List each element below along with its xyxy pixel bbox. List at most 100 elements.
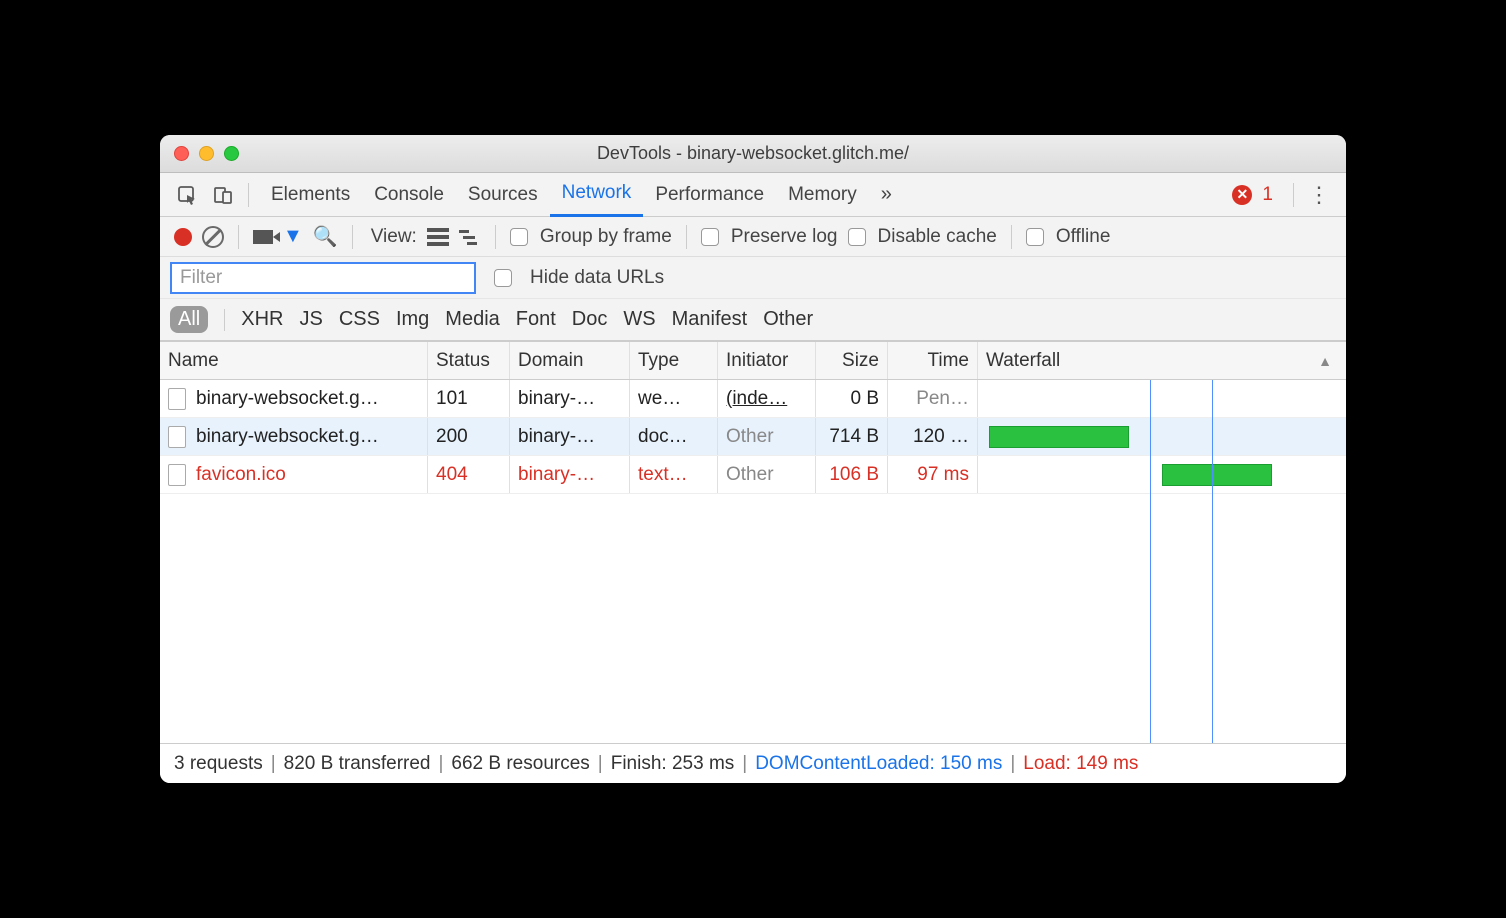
panel-tabstrip: ElementsConsoleSourcesNetworkPerformance… bbox=[160, 173, 1346, 217]
cell-time: 120 … bbox=[888, 418, 978, 455]
status-bar: 3 requests| 820 B transferred| 662 B res… bbox=[160, 743, 1346, 783]
tab-elements[interactable]: Elements bbox=[259, 173, 362, 217]
window-title: DevTools - binary-websocket.glitch.me/ bbox=[160, 143, 1346, 164]
cell-status: 200 bbox=[428, 418, 510, 455]
file-icon bbox=[168, 426, 186, 448]
group-by-frame-label: Group by frame bbox=[540, 226, 672, 248]
waterfall-gridline bbox=[1150, 380, 1151, 743]
waterfall-view-icon[interactable] bbox=[459, 228, 481, 246]
cell-waterfall bbox=[978, 456, 1346, 493]
tab-memory[interactable]: Memory bbox=[776, 173, 869, 217]
cell-size: 106 B bbox=[816, 456, 888, 493]
tab-console[interactable]: Console bbox=[362, 173, 456, 217]
filter-icon[interactable]: ▼ bbox=[283, 225, 303, 248]
table-row[interactable]: favicon.ico404binary-…text…Other106 B97 … bbox=[160, 456, 1346, 494]
minimize-icon[interactable] bbox=[199, 146, 214, 161]
device-toolbar-icon[interactable] bbox=[208, 180, 238, 210]
offline-checkbox[interactable] bbox=[1026, 228, 1044, 246]
status-load: Load: 149 ms bbox=[1023, 753, 1138, 775]
cell-domain: binary-… bbox=[510, 456, 630, 493]
filter-input[interactable]: Filter bbox=[170, 262, 476, 294]
cell-name: favicon.ico bbox=[160, 456, 428, 493]
status-resources: 662 B resources bbox=[451, 753, 589, 775]
status-requests: 3 requests bbox=[174, 753, 263, 775]
cell-type: text… bbox=[630, 456, 718, 493]
clear-icon[interactable] bbox=[202, 226, 224, 248]
category-xhr[interactable]: XHR bbox=[241, 308, 283, 331]
separator bbox=[224, 309, 225, 331]
preserve-log-checkbox[interactable] bbox=[701, 228, 719, 246]
cell-domain: binary-… bbox=[510, 380, 630, 417]
titlebar: DevTools - binary-websocket.glitch.me/ bbox=[160, 135, 1346, 173]
cell-time: 97 ms bbox=[888, 456, 978, 493]
category-manifest[interactable]: Manifest bbox=[672, 308, 748, 331]
category-media[interactable]: Media bbox=[445, 308, 499, 331]
file-icon bbox=[168, 464, 186, 486]
col-name[interactable]: Name bbox=[160, 342, 428, 379]
filter-categories: All XHR JS CSS Img Media Font Doc WS Manifest Oth… bbox=[160, 299, 1346, 341]
group-by-frame-checkbox[interactable] bbox=[510, 228, 528, 246]
table-row[interactable]: binary-websocket.g…101binary-…we…(inde…0… bbox=[160, 380, 1346, 418]
category-all[interactable]: All bbox=[170, 306, 208, 333]
cell-status: 404 bbox=[428, 456, 510, 493]
cell-name: binary-websocket.g… bbox=[160, 380, 428, 417]
table-body: binary-websocket.g…101binary-…we…(inde…0… bbox=[160, 380, 1346, 743]
col-size[interactable]: Size bbox=[816, 342, 888, 379]
category-css[interactable]: CSS bbox=[339, 308, 380, 331]
hide-data-urls-label: Hide data URLs bbox=[530, 267, 664, 289]
table-row[interactable]: binary-websocket.g…200binary-…doc…Other7… bbox=[160, 418, 1346, 456]
screenshot-icon[interactable] bbox=[253, 230, 273, 244]
zoom-icon[interactable] bbox=[224, 146, 239, 161]
cell-initiator: Other bbox=[718, 418, 816, 455]
cell-size: 0 B bbox=[816, 380, 888, 417]
cell-initiator: (inde… bbox=[718, 380, 816, 417]
waterfall-bar bbox=[989, 426, 1129, 448]
select-element-icon[interactable] bbox=[172, 180, 202, 210]
separator bbox=[238, 225, 239, 249]
category-js[interactable]: JS bbox=[299, 308, 322, 331]
col-initiator[interactable]: Initiator bbox=[718, 342, 816, 379]
separator bbox=[686, 225, 687, 249]
cell-status: 101 bbox=[428, 380, 510, 417]
filter-row: Filter Hide data URLs bbox=[160, 257, 1346, 299]
disable-cache-checkbox[interactable] bbox=[848, 228, 866, 246]
offline-label: Offline bbox=[1056, 226, 1111, 248]
cell-initiator: Other bbox=[718, 456, 816, 493]
hide-data-urls-checkbox[interactable] bbox=[494, 269, 512, 287]
close-icon[interactable] bbox=[174, 146, 189, 161]
col-type[interactable]: Type bbox=[630, 342, 718, 379]
large-rows-icon[interactable] bbox=[427, 228, 449, 246]
tab-performance[interactable]: Performance bbox=[643, 173, 776, 217]
col-status[interactable]: Status bbox=[428, 342, 510, 379]
disable-cache-label: Disable cache bbox=[878, 226, 997, 248]
network-toolbar: ▼ 🔍 View: Group by frame Preserve log Di… bbox=[160, 217, 1346, 257]
search-icon[interactable]: 🔍 bbox=[313, 224, 338, 249]
separator bbox=[1011, 225, 1012, 249]
error-badge-icon[interactable]: ✕ bbox=[1232, 185, 1252, 205]
status-finish: Finish: 253 ms bbox=[611, 753, 735, 775]
col-waterfall[interactable]: Waterfall bbox=[978, 342, 1346, 379]
status-domcontentloaded: DOMContentLoaded: 150 ms bbox=[755, 753, 1002, 775]
cell-domain: binary-… bbox=[510, 418, 630, 455]
panel-tabs: ElementsConsoleSourcesNetworkPerformance… bbox=[259, 173, 869, 217]
cell-time: Pen… bbox=[888, 380, 978, 417]
category-doc[interactable]: Doc bbox=[572, 308, 608, 331]
category-img[interactable]: Img bbox=[396, 308, 429, 331]
category-font[interactable]: Font bbox=[516, 308, 556, 331]
tab-sources[interactable]: Sources bbox=[456, 173, 550, 217]
col-time[interactable]: Time bbox=[888, 342, 978, 379]
devtools-window: DevTools - binary-websocket.glitch.me/ E… bbox=[160, 135, 1346, 783]
preserve-log-label: Preserve log bbox=[731, 226, 838, 248]
record-icon[interactable] bbox=[174, 228, 192, 246]
settings-menu-icon[interactable]: ⋮ bbox=[1304, 182, 1334, 208]
table-header: Name Status Domain Type Initiator Size T… bbox=[160, 342, 1346, 380]
category-other[interactable]: Other bbox=[763, 308, 813, 331]
separator bbox=[1293, 183, 1294, 207]
traffic-lights bbox=[174, 146, 239, 161]
category-ws[interactable]: WS bbox=[623, 308, 655, 331]
cell-type: we… bbox=[630, 380, 718, 417]
separator bbox=[495, 225, 496, 249]
tab-network[interactable]: Network bbox=[550, 173, 644, 217]
more-tabs-icon[interactable]: » bbox=[875, 183, 898, 206]
col-domain[interactable]: Domain bbox=[510, 342, 630, 379]
